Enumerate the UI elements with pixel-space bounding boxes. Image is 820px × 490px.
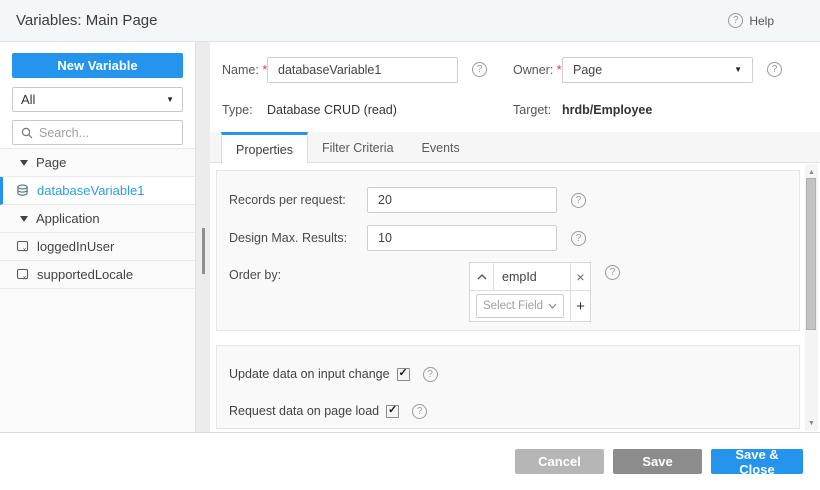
- help-icon: ?: [728, 13, 743, 28]
- dropdown-arrow-icon: ▼: [734, 66, 742, 74]
- caret-down-icon: [20, 216, 28, 222]
- variables-dialog: Variables: Main Page ? Help New Variable…: [0, 0, 820, 490]
- required-marker: *: [557, 63, 562, 77]
- order-by-label: Order by:: [229, 262, 469, 288]
- save-button[interactable]: Save: [613, 449, 702, 474]
- new-variable-button[interactable]: New Variable: [12, 53, 183, 78]
- select-field-wrap: Select Field: [470, 291, 570, 321]
- name-label: Name: *: [222, 63, 267, 77]
- name-field[interactable]: databaseVariable1: [267, 57, 458, 83]
- tab-events[interactable]: Events: [408, 132, 474, 163]
- order-by-row: Order by: empId × Select Field: [229, 262, 620, 324]
- order-by-help-icon[interactable]: ?: [605, 265, 620, 280]
- tree-item-label: databaseVariable1: [37, 183, 144, 198]
- svg-text:x: x: [23, 275, 27, 282]
- owner-help-icon[interactable]: ?: [767, 62, 782, 77]
- checkmark-icon: ✓: [388, 405, 397, 416]
- tree-group-application[interactable]: Application: [0, 205, 195, 233]
- svg-text:x: x: [23, 247, 27, 254]
- add-order-field-button[interactable]: +: [570, 291, 590, 321]
- database-variable-icon: [16, 184, 29, 197]
- select-field-placeholder: Select Field: [483, 300, 543, 312]
- save-and-close-button[interactable]: Save & Close: [711, 449, 803, 474]
- page-title: Variables: Main Page: [16, 12, 157, 29]
- content-scrollbar-thumb[interactable]: [806, 178, 816, 330]
- detail-tabs: Properties Filter Criteria Events: [210, 132, 820, 163]
- sidebar-scrollbar[interactable]: [196, 42, 210, 432]
- type-label: Type:: [222, 103, 253, 117]
- tree-group-label: Application: [36, 211, 100, 226]
- design-max-results-label: Design Max. Results:: [229, 231, 367, 245]
- data-settings-panel: Records per request: 20 ? Design Max. Re…: [216, 170, 800, 331]
- dropdown-arrow-icon: ▼: [166, 96, 174, 104]
- properties-tab-content: Records per request: 20 ? Design Max. Re…: [210, 163, 820, 432]
- help-button[interactable]: ? Help: [728, 13, 774, 28]
- name-help-icon[interactable]: ?: [472, 62, 487, 77]
- request-on-load-checkbox[interactable]: ✓: [386, 405, 399, 418]
- order-by-field-row: empId: [470, 263, 570, 291]
- records-per-request-help-icon[interactable]: ?: [571, 193, 586, 208]
- update-on-input-checkbox[interactable]: ✓: [397, 368, 410, 381]
- records-per-request-row: Records per request: 20 ?: [229, 187, 586, 213]
- records-per-request-value: 20: [378, 193, 392, 207]
- tree-group-page[interactable]: Page: [0, 149, 195, 177]
- design-max-results-value: 10: [378, 231, 392, 245]
- request-on-load-help-icon[interactable]: ?: [412, 404, 427, 419]
- variable-search-input[interactable]: Search...: [12, 120, 183, 145]
- variable-filter-select[interactable]: All ▼: [12, 87, 183, 112]
- tab-filter-criteria[interactable]: Filter Criteria: [308, 132, 408, 163]
- owner-select-value: Page: [573, 63, 602, 77]
- content-scrollbar[interactable]: ▲ ▼: [805, 164, 818, 431]
- owner-select[interactable]: Page ▼: [562, 57, 753, 83]
- select-field-dropdown[interactable]: Select Field: [476, 294, 564, 318]
- variables-tree: Page databaseVariable1 Application x log…: [0, 148, 195, 289]
- design-max-results-row: Design Max. Results: 10 ?: [229, 225, 586, 251]
- tree-item-supportedlocale[interactable]: x supportedLocale: [0, 261, 195, 289]
- sidebar-scrollbar-thumb[interactable]: [202, 228, 205, 274]
- design-max-results-help-icon[interactable]: ?: [571, 231, 586, 246]
- remove-order-field-button[interactable]: ×: [570, 263, 590, 291]
- tree-item-label: supportedLocale: [37, 267, 133, 282]
- search-placeholder: Search...: [39, 126, 89, 140]
- dialog-footer: Cancel Save Save & Close: [0, 432, 820, 490]
- target-label: Target:: [513, 103, 551, 117]
- target-value: hrdb/Employee: [562, 103, 652, 117]
- dialog-header: Variables: Main Page ? Help: [0, 0, 820, 42]
- checkmark-icon: ✓: [398, 368, 407, 379]
- update-on-input-label: Update data on input change: [229, 367, 390, 381]
- records-per-request-field[interactable]: 20: [367, 187, 557, 213]
- tree-group-label: Page: [36, 155, 66, 170]
- scroll-up-arrow-icon[interactable]: ▲: [805, 166, 818, 178]
- records-per-request-label: Records per request:: [229, 193, 367, 207]
- search-icon: [21, 127, 33, 139]
- cancel-button[interactable]: Cancel: [515, 449, 604, 474]
- request-on-load-label: Request data on page load: [229, 404, 379, 418]
- request-on-load-row: Request data on page load ✓ ?: [229, 401, 427, 421]
- variable-filter-value: All: [21, 92, 35, 107]
- caret-down-icon: [20, 160, 28, 166]
- chevron-down-icon: [548, 303, 557, 309]
- help-label: Help: [749, 14, 774, 28]
- order-by-widget: empId × Select Field +: [469, 262, 591, 322]
- owner-label: Owner: *: [513, 63, 562, 77]
- model-variable-icon: x: [16, 268, 29, 281]
- scroll-down-arrow-icon[interactable]: ▼: [805, 417, 818, 429]
- order-by-field-value: empId: [494, 270, 537, 284]
- tree-item-databasevariable1[interactable]: databaseVariable1: [0, 177, 195, 205]
- variable-detail-panel: Name: * databaseVariable1 ? Owner: * Pag…: [210, 42, 820, 432]
- tree-item-label: loggedInUser: [37, 239, 114, 254]
- sort-ascending-button[interactable]: [470, 263, 494, 290]
- model-variable-icon: x: [16, 240, 29, 253]
- tree-item-loggedinuser[interactable]: x loggedInUser: [0, 233, 195, 261]
- update-on-input-help-icon[interactable]: ?: [423, 367, 438, 382]
- tab-properties[interactable]: Properties: [221, 132, 308, 164]
- name-field-value: databaseVariable1: [278, 63, 381, 77]
- design-max-results-field[interactable]: 10: [367, 225, 557, 251]
- behavior-panel: Update data on input change ✓ ? Request …: [216, 345, 800, 429]
- variables-sidebar: New Variable All ▼ Search... Page databa…: [0, 42, 196, 432]
- type-value: Database CRUD (read): [267, 103, 397, 117]
- update-on-input-row: Update data on input change ✓ ?: [229, 364, 438, 384]
